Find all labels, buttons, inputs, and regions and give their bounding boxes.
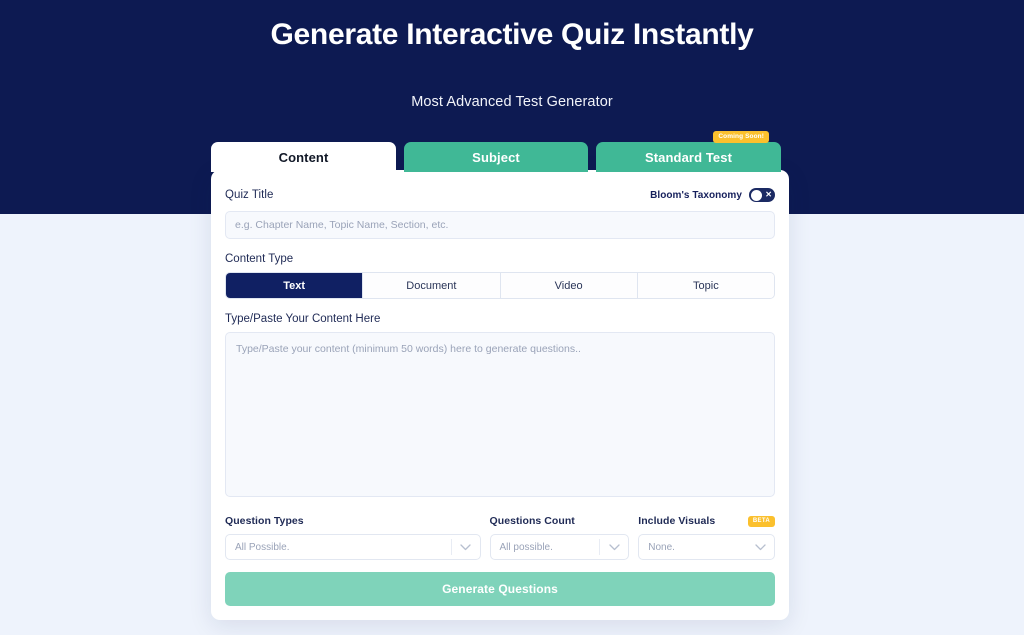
questions-count-head: Questions Count <box>490 514 630 528</box>
options-row: Question Types All Possible. Questions C… <box>225 514 775 560</box>
tab-subject-label: Subject <box>472 149 520 165</box>
question-types-group: Question Types All Possible. <box>225 514 481 560</box>
questions-count-select[interactable]: All possible. <box>489 534 630 560</box>
tab-content[interactable]: Content <box>211 142 396 172</box>
question-types-value: All Possible. <box>235 541 290 553</box>
content-type-segmented: Text Document Video Topic <box>225 272 775 299</box>
generate-questions-button[interactable]: Generate Questions <box>225 572 775 606</box>
chevron-down-icon <box>600 543 628 551</box>
tab-subject[interactable]: Subject <box>404 142 588 172</box>
page-subtitle: Most Advanced Test Generator <box>411 94 613 110</box>
include-visuals-select[interactable]: None. <box>638 534 775 560</box>
blooms-taxonomy-group: Bloom's Taxonomy ✕ <box>650 188 775 202</box>
content-type-option-document[interactable]: Document <box>363 273 501 298</box>
toggle-knob <box>750 189 762 201</box>
blooms-taxonomy-label: Bloom's Taxonomy <box>650 189 742 201</box>
quiz-title-label: Quiz Title <box>225 189 274 201</box>
content-type-option-topic-label: Topic <box>693 279 719 292</box>
question-types-label: Question Types <box>225 515 304 527</box>
beta-badge: BETA <box>747 515 775 527</box>
quiz-title-row: Quiz Title Bloom's Taxonomy ✕ <box>225 186 775 204</box>
questions-count-label: Questions Count <box>489 515 575 527</box>
content-body-label: Type/Paste Your Content Here <box>225 313 381 325</box>
include-visuals-label: Include Visuals <box>638 515 716 527</box>
tab-standard-test[interactable]: Coming Soon! Standard Test <box>596 131 781 172</box>
content-type-option-topic[interactable]: Topic <box>637 273 774 298</box>
page-title: Generate Interactive Quiz Instantly <box>270 18 754 51</box>
include-visuals-group: Include Visuals BETA None. <box>638 514 775 560</box>
questions-count-group: Questions Count All possible. <box>489 514 630 560</box>
quiz-form-card: Quiz Title Bloom's Taxonomy ✕ Content Ty… <box>211 170 789 620</box>
content-type-option-text-label: Text <box>283 279 306 292</box>
include-visuals-head: Include Visuals BETA <box>638 514 775 528</box>
coming-soon-badge: Coming Soon! <box>713 131 769 143</box>
tab-bar: Content Subject Coming Soon! Standard Te… <box>211 131 813 172</box>
close-icon: ✕ <box>765 190 772 199</box>
content-type-option-video-label: Video <box>554 279 583 292</box>
blooms-taxonomy-toggle[interactable]: ✕ <box>749 188 775 202</box>
tab-standard-test-label: Standard Test <box>644 149 733 165</box>
chevron-down-icon <box>452 543 480 551</box>
quiz-title-input[interactable] <box>225 211 775 239</box>
question-types-select[interactable]: All Possible. <box>225 534 481 560</box>
tab-content-label: Content <box>278 149 329 165</box>
content-type-option-document-label: Document <box>406 279 457 292</box>
question-types-head: Question Types <box>225 514 481 528</box>
content-type-option-video[interactable]: Video <box>500 273 638 298</box>
content-body-textarea[interactable] <box>225 332 775 497</box>
content-type-label: Content Type <box>225 253 294 265</box>
questions-count-value: All possible. <box>499 541 553 553</box>
chevron-down-icon <box>746 543 774 551</box>
content-type-option-text[interactable]: Text <box>226 273 364 298</box>
include-visuals-value: None. <box>648 541 675 553</box>
